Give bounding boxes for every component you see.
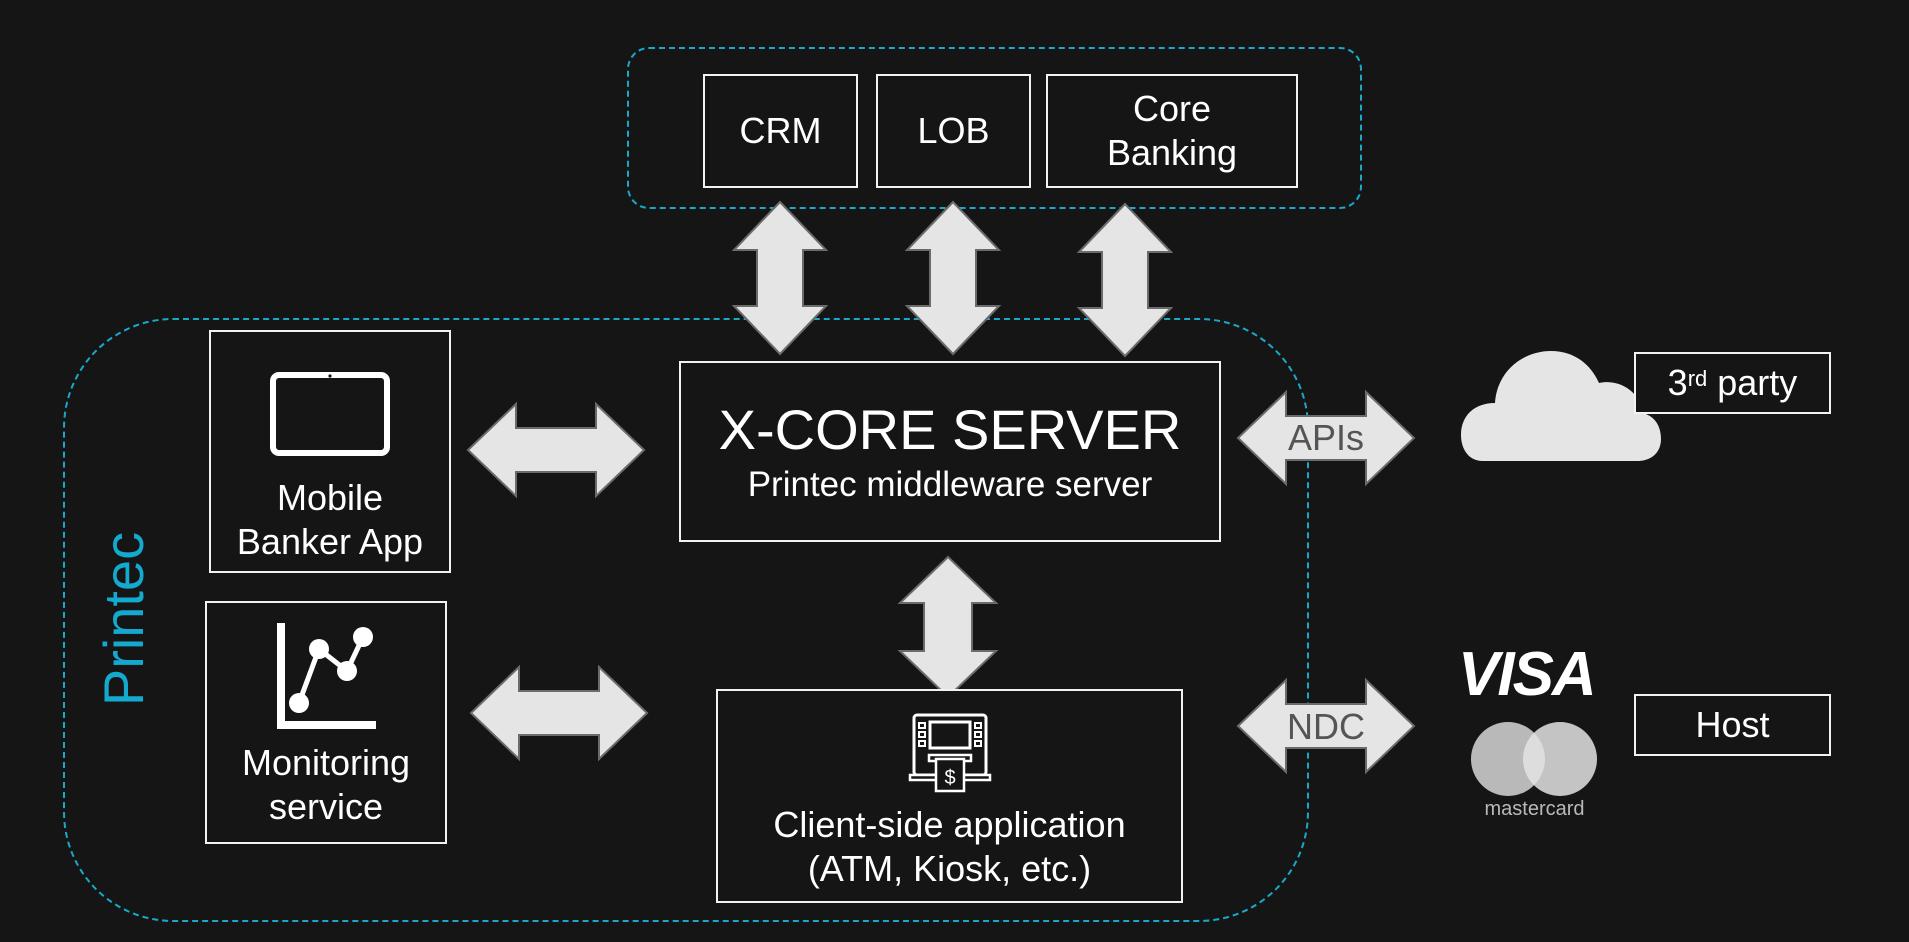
arrow-xcore-client [897, 555, 999, 699]
arrow-lob-xcore [904, 200, 1002, 356]
lob-box: LOB [876, 74, 1031, 188]
mobile-label-line2: Banker App [236, 521, 424, 562]
crm-box: CRM [703, 74, 858, 188]
xcore-server-box: X-CORE SERVER Printec middleware server [679, 361, 1221, 542]
xcore-title: X-CORE SERVER [718, 397, 1182, 461]
crm-label: CRM [739, 110, 822, 151]
arrow-corebanking-xcore [1076, 202, 1174, 358]
third-party-box: 3rd party [1634, 352, 1831, 414]
ndc-label: NDC [1287, 706, 1365, 747]
mastercard-icon [1471, 722, 1597, 796]
arrow-crm-xcore [731, 200, 829, 356]
third-party-label-suffix: rd [1687, 366, 1708, 391]
host-label: Host [1695, 704, 1770, 745]
lob-label: LOB [917, 110, 990, 151]
monitoring-service-box: Monitoring service [205, 601, 447, 844]
client-label-line2: (ATM, Kiosk, etc.) [807, 848, 1092, 889]
xcore-subtitle: Printec middleware server [747, 464, 1153, 504]
core-banking-label-line2: Banking [1106, 132, 1238, 173]
mobile-banker-app-box: Mobile Banker App [209, 330, 451, 573]
cloud-icon [1461, 351, 1661, 461]
client-app-box: $ Client-side application (ATM, Kiosk, e… [716, 689, 1183, 903]
visa-logo: VISA [1458, 640, 1597, 709]
core-banking-label-line1: Core [1132, 88, 1212, 129]
line-chart-icon [277, 623, 376, 729]
mastercard-wordmark: mastercard [1484, 798, 1585, 820]
tablet-icon [270, 372, 390, 456]
mobile-label-line1: Mobile [276, 477, 384, 518]
third-party-label-number: 3 [1667, 362, 1688, 403]
printec-group-label: Printec [92, 531, 155, 707]
host-box: Host [1634, 694, 1831, 756]
third-party-label-rest: party [1707, 362, 1798, 403]
svg-text:$: $ [944, 767, 955, 789]
monitoring-label-line2: service [268, 786, 384, 827]
arrow-mobile-xcore [466, 401, 646, 499]
arrow-monitoring-client [469, 664, 649, 762]
apis-label: APIs [1287, 417, 1365, 458]
monitoring-label-line1: Monitoring [241, 742, 411, 783]
core-banking-box: Core Banking [1046, 74, 1298, 188]
atm-icon: $ [908, 713, 991, 793]
client-label-line1: Client-side application [773, 804, 1126, 845]
